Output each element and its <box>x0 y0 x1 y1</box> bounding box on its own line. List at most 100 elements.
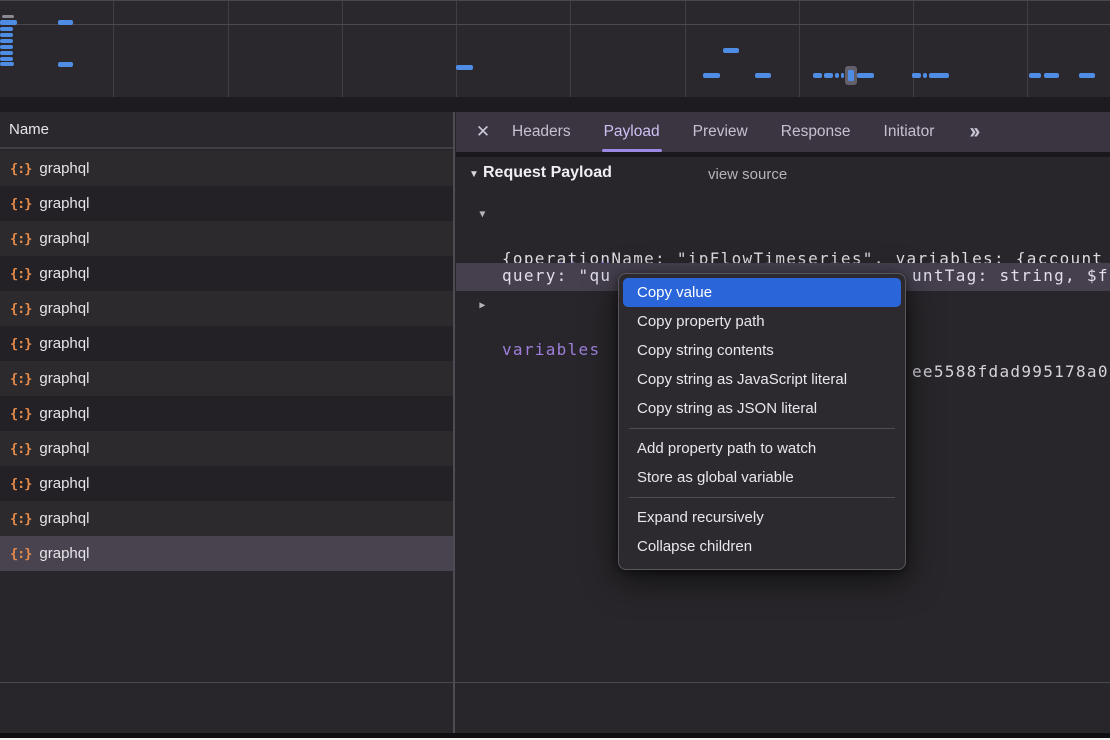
request-row[interactable]: {:}graphql <box>0 536 453 571</box>
json-braces-icon: {:} <box>10 161 31 177</box>
json-braces-icon: {:} <box>10 301 31 317</box>
collapse-triangle-icon[interactable]: ▼ <box>469 169 479 180</box>
request-name: graphql <box>39 440 89 457</box>
request-timing-bar <box>835 73 839 78</box>
request-timing-bar <box>58 62 73 67</box>
request-rows: {:} graphql {:} graphql {:} graphql {:} graphql… <box>0 151 453 571</box>
request-timing-bar <box>703 73 720 78</box>
operation-name-line[interactable]: operationName: "ipFlowTimeseries" <box>456 235 1110 257</box>
overview-gridline <box>1027 1 1028 97</box>
tab-bar-bottom-strip <box>456 152 1110 157</box>
expand-triangle-icon[interactable]: ▼ <box>476 204 490 226</box>
request-timing-bar <box>912 73 921 78</box>
request-row[interactable]: {:}graphql <box>0 501 453 536</box>
request-name: graphql <box>39 300 89 317</box>
request-name: graphql <box>39 335 89 352</box>
request-timing-bar <box>1079 73 1095 78</box>
menu-item-copy-string-as-json-literal[interactable]: Copy string as JSON literal <box>619 394 905 423</box>
payload-preview-line[interactable]: ▼ {operationName: "ipFlowTimeseries", va… <box>456 204 1110 226</box>
section-title: Request Payload <box>483 164 612 182</box>
menu-item-copy-property-path[interactable]: Copy property path <box>619 307 905 336</box>
json-braces-icon: {:} <box>10 371 31 387</box>
request-timing-bar <box>58 20 73 25</box>
request-timing-bar <box>0 57 13 61</box>
more-tabs-icon[interactable]: ›› <box>969 120 977 144</box>
request-timing-bar <box>929 73 949 78</box>
request-name: graphql <box>39 230 89 247</box>
view-source-link[interactable]: view source <box>708 166 787 183</box>
menu-separator <box>629 428 895 429</box>
menu-separator <box>629 497 895 498</box>
json-braces-icon: {:} <box>10 266 31 282</box>
network-overview-timeline[interactable] <box>0 0 1110 97</box>
overview-selection-marker <box>845 66 857 85</box>
json-braces-icon: {:} <box>10 476 31 492</box>
request-row[interactable]: {:} graphql <box>0 396 453 431</box>
overview-gridline <box>799 1 800 97</box>
request-row[interactable]: {:} graphql <box>0 221 453 256</box>
request-timing-bar <box>0 20 17 25</box>
json-braces-icon: {:} <box>10 196 31 212</box>
request-row[interactable]: {:} graphql <box>0 291 453 326</box>
expand-triangle-icon[interactable]: ▶ <box>476 295 490 317</box>
overview-separator <box>0 97 1110 112</box>
overview-gridline <box>570 1 571 97</box>
json-braces-icon: {:} <box>10 406 31 422</box>
request-timing-bar <box>857 73 874 78</box>
overview-gridline <box>228 1 229 97</box>
menu-item-copy-value[interactable]: Copy value <box>623 278 901 307</box>
request-name: graphql <box>39 475 89 492</box>
json-braces-icon: {:} <box>10 511 31 527</box>
close-icon[interactable]: ✕ <box>470 112 496 152</box>
request-list-panel: Name {:}graphql{:}graphql{:}graphql{:}gr… <box>0 112 453 740</box>
query-key-fragment: query: "qu <box>502 266 611 285</box>
request-name: graphql <box>39 405 89 422</box>
tab-initiator[interactable]: Initiator <box>884 112 935 152</box>
overview-gridline <box>113 1 114 97</box>
query-value-fragment: untTag: string, $f <box>912 266 1109 285</box>
request-timing-bar <box>0 62 14 66</box>
menu-item-expand-recursively[interactable]: Expand recursively <box>619 503 905 532</box>
request-row[interactable]: {:}graphql <box>0 326 453 361</box>
menu-item-collapse-children[interactable]: Collapse children <box>619 532 905 561</box>
marker-bar <box>848 70 854 81</box>
request-timing-bar <box>0 45 13 49</box>
overview-gridline <box>685 1 686 97</box>
request-timing-bar <box>824 73 833 78</box>
request-timing-bar <box>813 73 822 78</box>
request-timing-bar <box>2 15 14 18</box>
request-timing-bar <box>0 51 13 55</box>
menu-item-store-as-global-variable[interactable]: Store as global variable <box>619 463 905 492</box>
request-timing-bar <box>1044 73 1059 78</box>
request-row[interactable]: {:} graphql <box>0 466 453 501</box>
request-row[interactable]: {:} graphql <box>0 431 453 466</box>
request-timing-bar <box>723 48 739 53</box>
request-timing-bar <box>841 73 844 78</box>
request-timing-bar <box>755 73 771 78</box>
menu-item-copy-string-as-javascript-literal[interactable]: Copy string as JavaScript literal <box>619 365 905 394</box>
context-menu: Copy valueCopy property pathCopy string … <box>618 273 906 570</box>
request-row[interactable]: {:}graphql <box>0 186 453 221</box>
json-braces-icon: {:} <box>10 231 31 247</box>
request-name: graphql <box>39 370 89 387</box>
summary-bar-divider <box>0 682 1110 683</box>
name-column-header[interactable]: Name <box>0 112 453 149</box>
tab-preview[interactable]: Preview <box>693 112 748 152</box>
tab-payload[interactable]: Payload <box>604 112 660 152</box>
json-braces-icon: {:} <box>10 441 31 457</box>
name-column-label: Name <box>9 121 49 138</box>
request-timing-bar <box>0 33 13 37</box>
tabs-container: Headers Payload Preview Response Initiator <box>512 112 967 152</box>
request-row[interactable]: {:} graphql <box>0 361 453 396</box>
menu-item-copy-string-contents[interactable]: Copy string contents <box>619 336 905 365</box>
overview-lane-divider <box>0 24 1110 25</box>
menu-item-add-property-path-to-watch[interactable]: Add property path to watch <box>619 434 905 463</box>
tab-response[interactable]: Response <box>781 112 851 152</box>
request-name: graphql <box>39 160 89 177</box>
request-timing-bar <box>923 73 927 78</box>
panel-divider[interactable] <box>453 112 455 739</box>
request-name: graphql <box>39 545 89 562</box>
request-row[interactable]: {:}graphql <box>0 256 453 291</box>
tab-headers[interactable]: Headers <box>512 112 571 152</box>
request-row[interactable]: {:} graphql <box>0 151 453 186</box>
